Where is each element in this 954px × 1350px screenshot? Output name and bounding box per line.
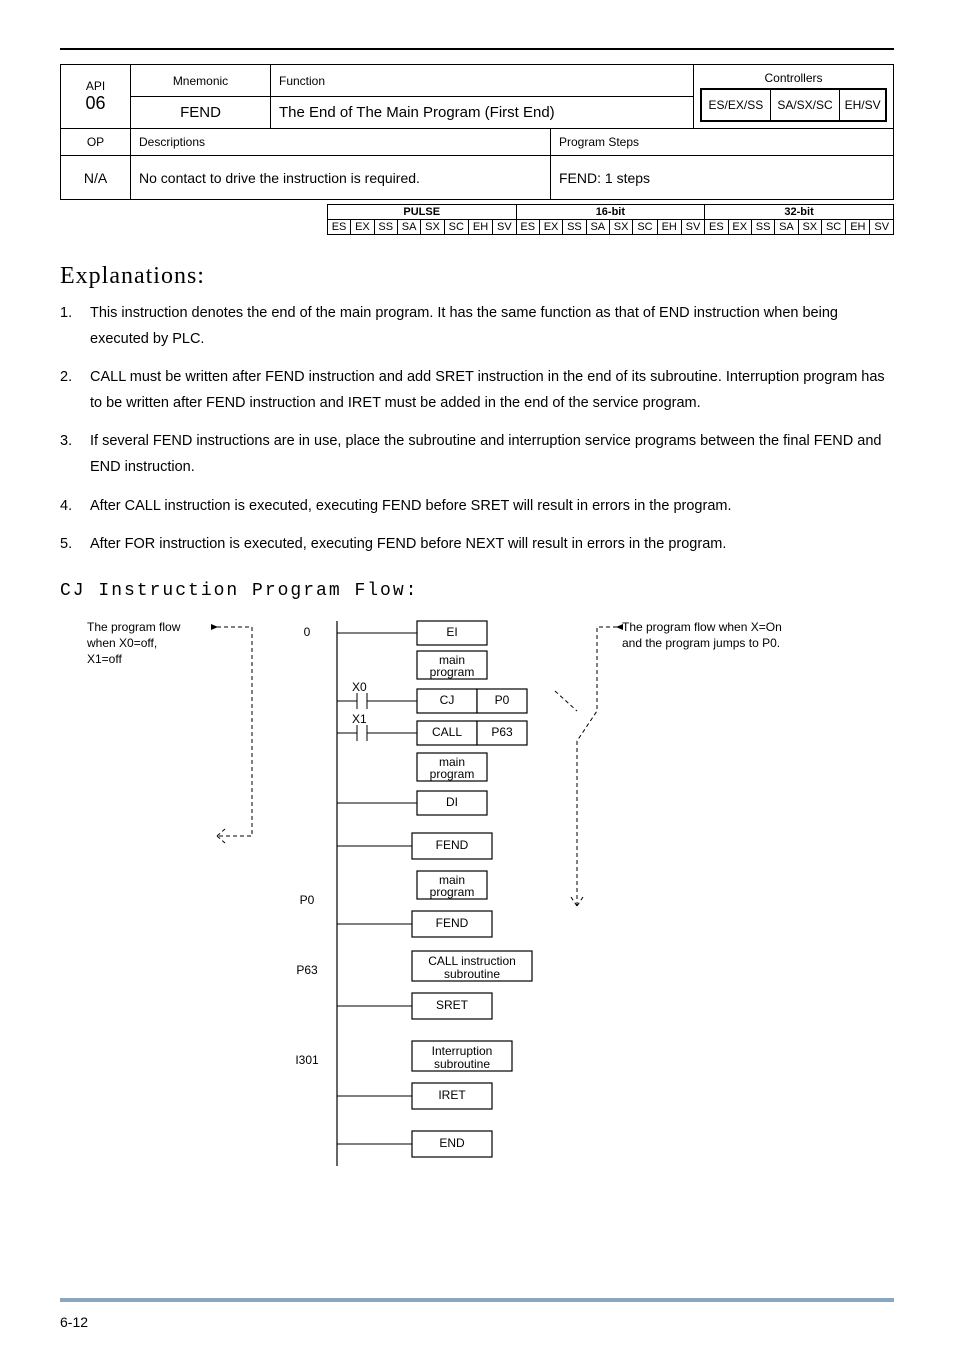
pulse-header-32bit: 32-bit [705, 205, 894, 220]
svg-text:program: program [430, 665, 475, 679]
pulse-cell: SA [586, 220, 609, 235]
pulse-table: PULSE 16-bit 32-bit ESEXSSSASXSCEHSVESEX… [327, 204, 894, 235]
pulse-cell: EX [539, 220, 562, 235]
instruction-header-table: API 06 Mnemonic Function Controllers ES/… [60, 64, 894, 129]
pulse-cell: SX [421, 220, 444, 235]
desc-header: Descriptions [131, 129, 551, 156]
explanations-label: Explanations: [60, 263, 894, 290]
pulse-cell: SX [798, 220, 821, 235]
pulse-cell: SV [681, 220, 704, 235]
svg-text:program: program [430, 767, 475, 781]
explanation-item-3: 3.If several FEND instructions are in us… [90, 428, 894, 480]
pulse-cell: EH [846, 220, 870, 235]
pulse-cell: SA [397, 220, 420, 235]
footer-divider [60, 1298, 894, 1302]
flow-right-text-b: and the program jumps to P0. [622, 636, 780, 650]
flow-call: CALL [432, 725, 462, 739]
pulse-cell: SV [870, 220, 894, 235]
pulse-cell: ES [705, 220, 728, 235]
flow-cj: CJ [440, 693, 455, 707]
desc-value: No contact to drive the instruction is r… [131, 156, 551, 200]
function-header: Function [271, 65, 694, 97]
flow-left-text-c: X1=off [87, 652, 122, 666]
svg-text:CALL instruction: CALL instruction [428, 954, 516, 968]
pulse-cell: SC [633, 220, 657, 235]
api-num: 06 [69, 93, 122, 114]
api-label: API [69, 79, 122, 93]
cj-flow-label: CJ Instruction Program Flow: [60, 581, 894, 601]
pulse-cell: SS [374, 220, 397, 235]
flow-left-text-b: when X0=off, [86, 636, 157, 650]
flow-sret: SRET [436, 998, 469, 1012]
flow-row-i301: I301 [295, 1053, 319, 1067]
pulse-cell: ES [516, 220, 539, 235]
program-flow-diagram: .box { fill:#fff; stroke:#000; stroke-wi… [77, 611, 877, 1171]
pulse-header-pulse: PULSE [327, 205, 516, 220]
pulse-header-16bit: 16-bit [516, 205, 705, 220]
controllers-label: Controllers [700, 71, 887, 85]
explanation-item-2: 2.CALL must be written after FEND instru… [90, 364, 894, 416]
explanation-item-5: 5.After FOR instruction is executed, exe… [90, 531, 894, 557]
explanations-list: 1.This instruction denotes the end of th… [60, 300, 894, 557]
flow-x0: X0 [352, 680, 367, 694]
ctrl-cell-c: EH/SV [840, 89, 886, 121]
pulse-cell: SC [444, 220, 468, 235]
explanation-item-1: 1.This instruction denotes the end of th… [90, 300, 894, 352]
pulse-cell: SC [821, 220, 845, 235]
flow-call-p63: P63 [491, 725, 513, 739]
pulse-cell: EX [728, 220, 751, 235]
flow-ei: EI [446, 625, 457, 639]
flow-cj-p0: P0 [495, 693, 510, 707]
op-header: OP [61, 129, 131, 156]
flow-di: DI [446, 795, 458, 809]
flow-left-text-a: The program flow [87, 620, 181, 634]
svg-text:Interruption: Interruption [432, 1044, 493, 1058]
pulse-cell: ES [327, 220, 350, 235]
pulse-cell: EH [468, 220, 492, 235]
op-value: N/A [61, 156, 131, 200]
mnemonic-header: Mnemonic [131, 65, 271, 97]
ctrl-cell-b: SA/SX/SC [770, 89, 839, 121]
pulse-cell: SA [775, 220, 798, 235]
flow-fend-1: FEND [436, 838, 469, 852]
flow-fend-2: FEND [436, 916, 469, 930]
ctrl-cell-a: ES/EX/SS [701, 89, 770, 121]
controllers-table: ES/EX/SS SA/SX/SC EH/SV [700, 88, 887, 122]
explanation-item-4: 4.After CALL instruction is executed, ex… [90, 493, 894, 519]
svg-text:subroutine: subroutine [444, 967, 500, 981]
function-value: The End of The Main Program (First End) [271, 97, 694, 129]
pulse-cell: SV [493, 220, 516, 235]
flow-right-text-a: The program flow when X=On [622, 620, 782, 634]
pulse-cell: SX [609, 220, 632, 235]
pulse-cell: EX [351, 220, 374, 235]
flow-row-0: 0 [304, 625, 311, 639]
page-number: 6-12 [60, 1314, 88, 1330]
flow-x1: X1 [352, 712, 367, 726]
steps-header: Program Steps [551, 129, 894, 156]
flow-iret: IRET [438, 1088, 466, 1102]
flow-row-p63: P63 [296, 963, 318, 977]
flow-row-p0: P0 [300, 893, 315, 907]
operands-table: OP Descriptions Program Steps N/A No con… [60, 128, 894, 200]
svg-text:subroutine: subroutine [434, 1057, 490, 1071]
svg-text:program: program [430, 885, 475, 899]
steps-value: FEND: 1 steps [551, 156, 894, 200]
pulse-cell: EH [657, 220, 681, 235]
pulse-cell: SS [563, 220, 586, 235]
mnemonic-value: FEND [131, 97, 271, 129]
flow-end: END [439, 1136, 465, 1150]
pulse-cell: SS [751, 220, 774, 235]
